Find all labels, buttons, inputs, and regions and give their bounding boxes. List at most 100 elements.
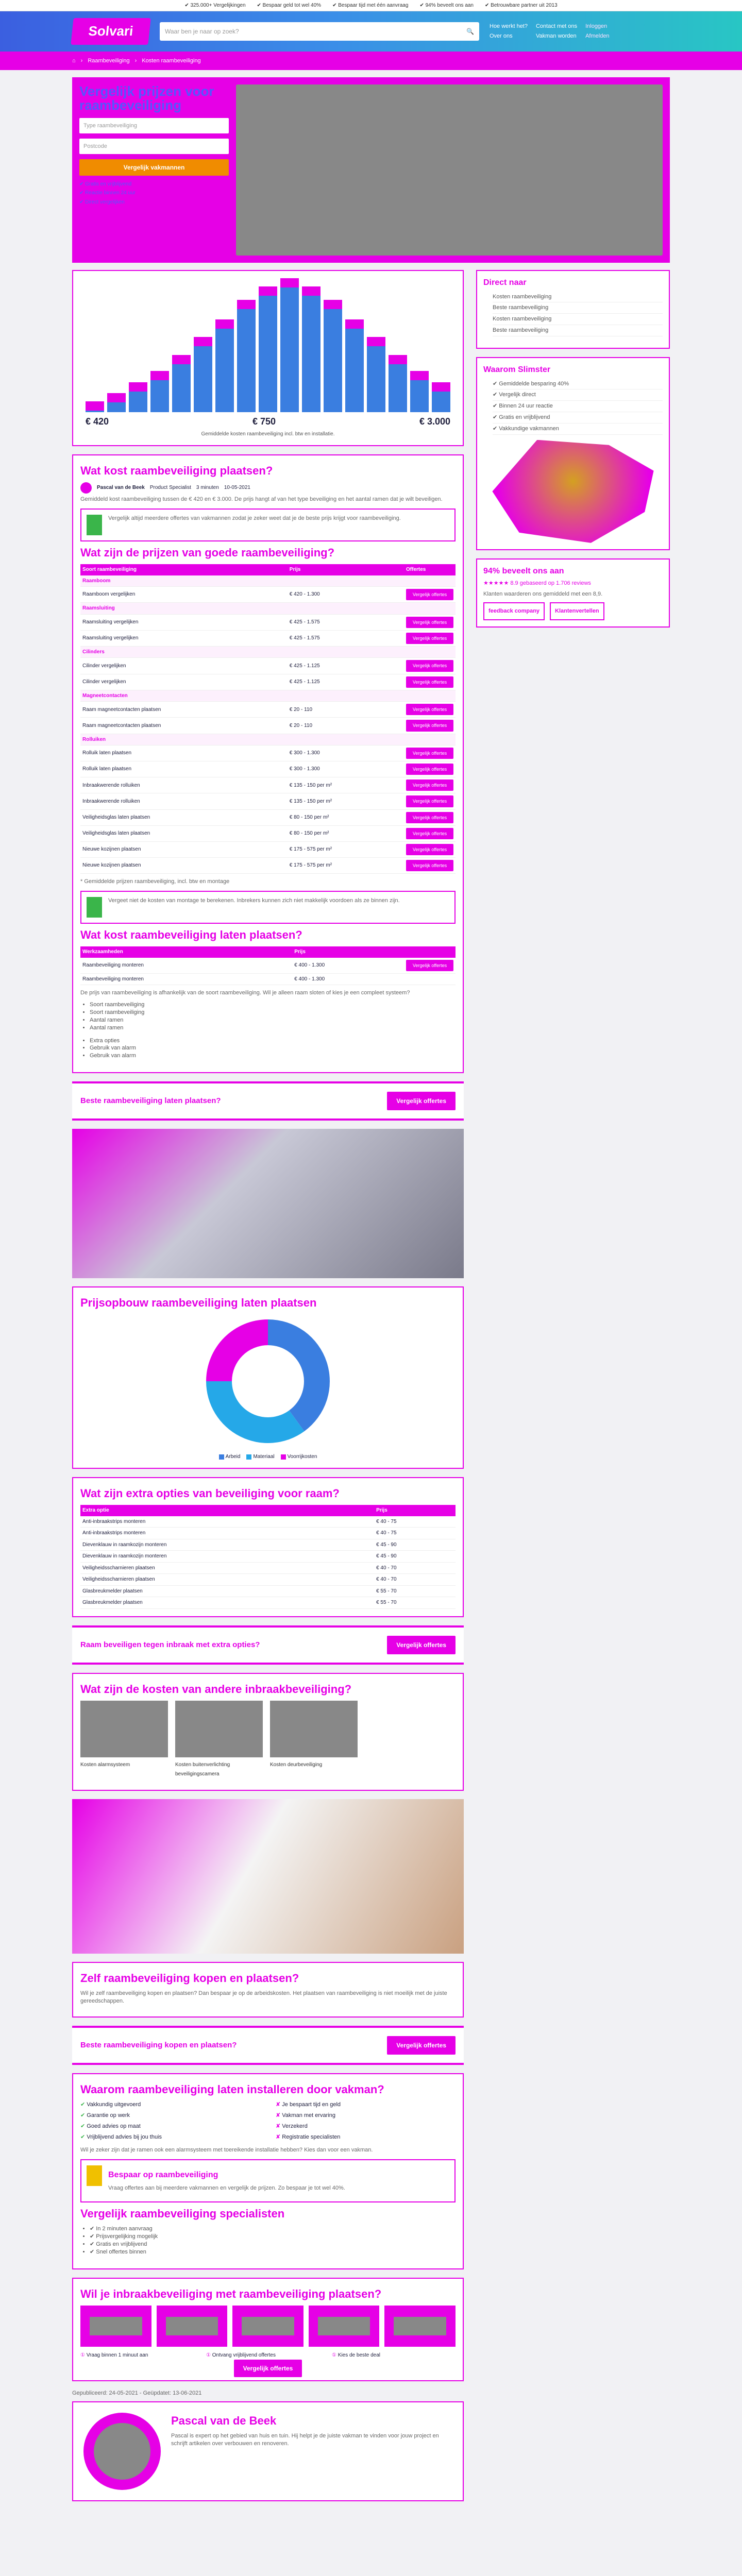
cta-button[interactable]: Vergelijk offertes bbox=[387, 2036, 456, 2055]
max-price: € 3.000 bbox=[419, 416, 450, 427]
table-row: Anti-inbraakstrips monteren € 40 - 75 bbox=[80, 1516, 456, 1528]
logout-link[interactable]: Afmelden bbox=[585, 32, 609, 40]
offer-button[interactable]: Vergelijk offertes bbox=[406, 843, 453, 855]
become-pro-link[interactable]: Vakman worden bbox=[536, 32, 577, 40]
thumb-card[interactable]: Kosten deurbeveiliging bbox=[270, 1700, 358, 1777]
sidebar-link[interactable]: Beste raambeveiliging bbox=[493, 302, 663, 314]
hero-image bbox=[236, 84, 663, 256]
steps-button[interactable]: Vergelijk offertes bbox=[233, 2360, 302, 2378]
cell: € 80 - 150 per m² bbox=[287, 825, 404, 842]
col-head: Werkzaamheden bbox=[80, 946, 293, 958]
usp-1: ✔ 325.000+ Vergelijkingen bbox=[184, 2, 246, 8]
offer-button[interactable]: Vergelijk offertes bbox=[406, 676, 453, 688]
cell: € 40 - 75 bbox=[374, 1516, 456, 1528]
offer-button[interactable]: Vergelijk offertes bbox=[406, 811, 453, 823]
histogram-bar-cap bbox=[389, 354, 407, 364]
offer-button[interactable]: Vergelijk offertes bbox=[406, 720, 453, 732]
compare-list: ✔ In 2 minuten aanvraag ✔ Prijsvergelijk… bbox=[80, 2225, 456, 2256]
histogram-bar-cap bbox=[150, 371, 169, 381]
author-bio: Pascal van de Beek Pascal is expert op he… bbox=[72, 2401, 464, 2501]
postcode-field[interactable]: Postcode bbox=[79, 138, 229, 154]
list-item: Soort raambeveiliging bbox=[90, 1001, 456, 1009]
sidebar-link[interactable]: Kosten raambeveiliging bbox=[493, 314, 663, 326]
contact-link[interactable]: Contact met ons bbox=[536, 23, 577, 30]
offer-button[interactable]: Vergelijk offertes bbox=[406, 859, 453, 872]
breadcrumb: ⌂ › Raambeveiliging › Kosten raambeveiligi… bbox=[0, 52, 742, 70]
sidebar-link[interactable]: Beste raambeveiliging bbox=[493, 325, 663, 336]
author-name[interactable]: Pascal van de Beek bbox=[97, 484, 145, 492]
offer-button[interactable]: Vergelijk offertes bbox=[406, 764, 453, 775]
cell: € 175 - 575 per m² bbox=[287, 857, 404, 874]
cell: Raam magneetcontacten plaatsen bbox=[80, 701, 288, 718]
cta-button[interactable]: Vergelijk offertes bbox=[387, 1092, 456, 1111]
offer-button[interactable]: Vergelijk offertes bbox=[406, 589, 453, 601]
logo[interactable]: Solvari bbox=[71, 18, 151, 45]
thumb-card[interactable]: Kosten alarmsysteem bbox=[80, 1700, 168, 1777]
histogram-bar-cap bbox=[302, 286, 321, 296]
cell: Veiligheidsscharnieren plaatsen bbox=[80, 1573, 375, 1586]
thumb-label[interactable]: Kosten deurbeveiliging bbox=[270, 1762, 322, 1768]
table-row: Anti-inbraakstrips monteren € 40 - 75 bbox=[80, 1527, 456, 1539]
table-row: Nieuwe kozijnen plaatsen € 175 - 575 per … bbox=[80, 841, 456, 858]
table-row: Veiligheidsscharnieren plaatsen € 40 - 70 bbox=[80, 1562, 456, 1574]
offer-button[interactable]: Vergelijk offertes bbox=[406, 795, 453, 807]
cell: € 55 - 70 bbox=[374, 1585, 456, 1598]
offer-button[interactable]: Vergelijk offertes bbox=[406, 704, 453, 716]
step-image bbox=[308, 2305, 380, 2347]
tip-box-3: Bespaar op raambeveiliging Vraag offertes… bbox=[80, 2159, 456, 2202]
offer-button[interactable]: Vergelijk offertes bbox=[406, 632, 453, 644]
step-label: Ontvang vrijblijvend offertes bbox=[206, 2352, 330, 2359]
hero-title: Vergelijk prijzen voor raambeveiliging bbox=[79, 83, 214, 113]
table-row: Raamsluiting vergelijken € 425 - 1.575 Ver… bbox=[80, 614, 456, 631]
compare-button[interactable]: Vergelijk vakmannen bbox=[79, 159, 229, 176]
avg-price: € 750 bbox=[252, 416, 276, 427]
pro-item: Registratie specialisten bbox=[276, 2133, 456, 2141]
cta-button[interactable]: Vergelijk offertes bbox=[387, 1635, 456, 1654]
pro-item: Vrijblijvend advies bij jou thuis bbox=[80, 2133, 260, 2141]
klantenvertellen-badge[interactable]: Klantenvertellen bbox=[550, 602, 604, 620]
how-it-works-link[interactable]: Hoe werkt het? bbox=[490, 23, 528, 30]
cell: Dievenklauw in raamkozijn monteren bbox=[80, 1539, 375, 1551]
histogram-bar bbox=[280, 278, 299, 412]
piggybank-icon bbox=[87, 2165, 102, 2186]
section-title-pro: Waarom raambeveiliging laten installeren… bbox=[80, 2083, 384, 2096]
pro-item: Je bespaart tijd en geld bbox=[276, 2101, 456, 2109]
type-select[interactable]: Type raambeveiliging bbox=[79, 117, 229, 133]
offer-button[interactable]: Vergelijk offertes bbox=[406, 779, 453, 791]
sidebar-link[interactable]: Kosten raambeveiliging bbox=[493, 292, 663, 303]
home-icon[interactable]: ⌂ bbox=[72, 57, 76, 65]
thumb-card[interactable]: Kosten buitenverlichting beveiligingscam… bbox=[175, 1700, 263, 1777]
updated-date: Gepubliceerd: 24-05-2021 - Geüpdatet: 13… bbox=[72, 2389, 202, 2396]
histogram-bar bbox=[86, 401, 104, 412]
offer-button[interactable]: Vergelijk offertes bbox=[406, 827, 453, 839]
step-image bbox=[156, 2305, 228, 2347]
donut-card: Prijsopbouw raambeveiliging laten plaats… bbox=[72, 1286, 464, 1469]
login-link[interactable]: Inloggen bbox=[585, 23, 609, 30]
author-row: Pascal van de Beek Product Specialist 3 mi… bbox=[80, 482, 456, 494]
histogram-bar bbox=[302, 286, 321, 412]
search-input[interactable]: Waar ben je naar op zoek? 🔍 bbox=[160, 22, 479, 41]
offer-button[interactable]: Vergelijk offertes bbox=[406, 959, 453, 971]
feedback-company-badge[interactable]: feedback company bbox=[483, 602, 545, 620]
histogram-bar-cap bbox=[237, 300, 256, 310]
cell: € 20 - 110 bbox=[287, 717, 404, 734]
hero-checks: ✔ Gratis en vrijblijvend ✔ Reactie binne… bbox=[79, 181, 229, 206]
chart-note: Gemiddelde kosten raambeveiliging incl. … bbox=[201, 431, 335, 437]
histogram-bar bbox=[345, 319, 364, 412]
offer-button[interactable]: Vergelijk offertes bbox=[406, 660, 453, 672]
about-link[interactable]: Over ons bbox=[490, 32, 528, 40]
offer-button[interactable]: Vergelijk offertes bbox=[406, 748, 453, 759]
search-icon[interactable]: 🔍 bbox=[466, 27, 474, 36]
direct-to-card: Direct naar Kosten raambeveiliging Beste… bbox=[476, 270, 670, 349]
list-item: Aantal ramen bbox=[90, 1016, 456, 1024]
table-row: Veiligheidsscharnieren plaatsen € 40 - 70 bbox=[80, 1573, 456, 1586]
breadcrumb-item[interactable]: Raambeveiliging bbox=[88, 57, 129, 65]
cell: € 40 - 75 bbox=[374, 1527, 456, 1539]
thumb-label[interactable]: Kosten buitenverlichting beveiligingscam… bbox=[175, 1762, 230, 1777]
why-card: Waarom Slimster ✔ Gemiddelde besparing 4… bbox=[476, 357, 670, 550]
legend-item: Voorrijkosten bbox=[280, 1453, 317, 1461]
thumb-label[interactable]: Kosten alarmsysteem bbox=[80, 1762, 130, 1768]
offer-button[interactable]: Vergelijk offertes bbox=[406, 616, 453, 628]
why-item: ✔ Gemiddelde besparing 40% bbox=[493, 379, 663, 390]
cell: € 425 - 1.125 bbox=[287, 657, 404, 674]
